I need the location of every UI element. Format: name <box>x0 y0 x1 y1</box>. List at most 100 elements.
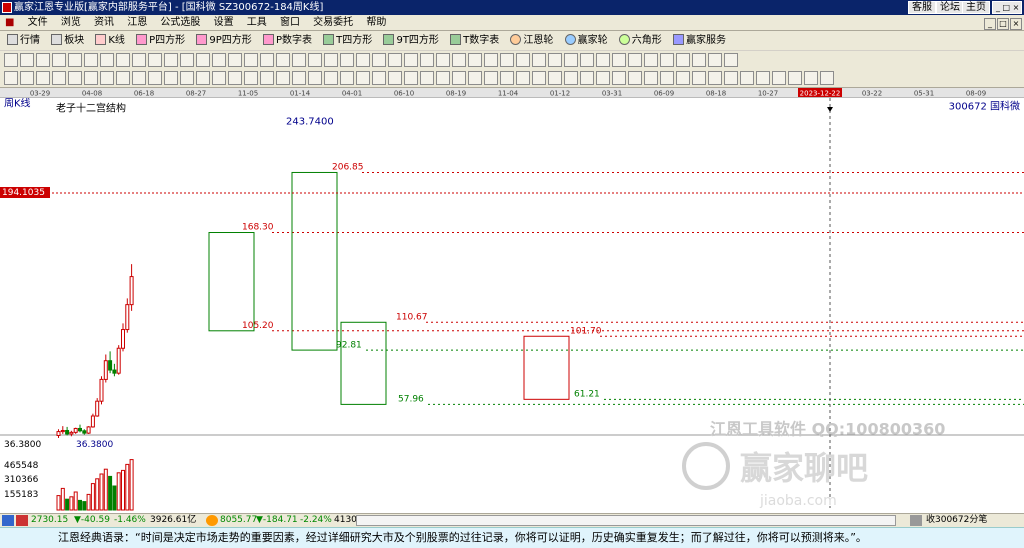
analysis-tool-icon[interactable] <box>420 71 434 85</box>
toolbar-winner-wheel[interactable]: 赢家轮 <box>562 31 611 51</box>
analysis-tool-icon[interactable] <box>244 71 258 85</box>
drawing-tool-icon[interactable] <box>52 53 66 67</box>
menu-gann[interactable]: 江恩 <box>122 15 152 31</box>
analysis-tool-icon[interactable] <box>404 71 418 85</box>
analysis-tool-icon[interactable] <box>484 71 498 85</box>
analysis-tool-icon[interactable] <box>756 71 770 85</box>
drawing-tool-icon[interactable] <box>276 53 290 67</box>
drawing-tool-icon[interactable] <box>548 53 562 67</box>
toolbar-p-square[interactable]: P四方形 <box>133 31 188 51</box>
drawing-tool-icon[interactable] <box>404 53 418 67</box>
drawing-tool-icon[interactable] <box>132 53 146 67</box>
forum-link[interactable]: 论坛 <box>936 1 964 14</box>
analysis-tool-icon[interactable] <box>212 71 226 85</box>
drawing-tool-icon[interactable] <box>660 53 674 67</box>
drawing-tool-icon[interactable] <box>116 53 130 67</box>
analysis-tool-icon[interactable] <box>468 71 482 85</box>
menu-tools[interactable]: 工具 <box>242 15 272 31</box>
analysis-tool-icon[interactable] <box>308 71 322 85</box>
analysis-tool-icon[interactable] <box>820 71 834 85</box>
minimize-icon[interactable]: _ <box>984 18 996 30</box>
drawing-tool-icon[interactable] <box>180 53 194 67</box>
drawing-tool-icon[interactable] <box>260 53 274 67</box>
analysis-tool-icon[interactable] <box>628 71 642 85</box>
restore-icon[interactable]: □ <box>997 18 1009 30</box>
drawing-tool-icon[interactable] <box>612 53 626 67</box>
toolbar-p-table[interactable]: P数字表 <box>260 31 315 51</box>
menu-help[interactable]: 帮助 <box>361 15 391 31</box>
drawing-tool-icon[interactable] <box>4 53 18 67</box>
analysis-tool-icon[interactable] <box>68 71 82 85</box>
drawing-tool-icon[interactable] <box>596 53 610 67</box>
drawing-tool-icon[interactable] <box>644 53 658 67</box>
home-link[interactable]: 主页 <box>962 1 990 14</box>
analysis-tool-icon[interactable] <box>660 71 674 85</box>
toolbar-t-square[interactable]: T四方形 <box>320 31 375 51</box>
analysis-tool-icon[interactable] <box>644 71 658 85</box>
analysis-tool-icon[interactable] <box>260 71 274 85</box>
toolbar-9t-square[interactable]: 9T四方形 <box>380 31 441 51</box>
drawing-tool-icon[interactable] <box>372 53 386 67</box>
drawing-tool-icon[interactable] <box>244 53 258 67</box>
drawing-tool-icon[interactable] <box>100 53 114 67</box>
analysis-tool-icon[interactable] <box>740 71 754 85</box>
analysis-tool-icon[interactable] <box>548 71 562 85</box>
window-controls[interactable]: _ □ × <box>992 1 1022 14</box>
analysis-tool-icon[interactable] <box>772 71 786 85</box>
analysis-tool-icon[interactable] <box>276 71 290 85</box>
drawing-tool-icon[interactable] <box>420 53 434 67</box>
analysis-tool-icon[interactable] <box>372 71 386 85</box>
drawing-tool-icon[interactable] <box>308 53 322 67</box>
analysis-tool-icon[interactable] <box>436 71 450 85</box>
scroll-thumb-icon[interactable] <box>910 515 922 526</box>
toolbar-sector[interactable]: 板块 <box>48 31 87 51</box>
analysis-tool-icon[interactable] <box>356 71 370 85</box>
toolbar-kline[interactable]: K线 <box>92 31 128 51</box>
menu-file[interactable]: 文件 <box>23 15 53 31</box>
toolbar-t-table[interactable]: T数字表 <box>447 31 502 51</box>
drawing-tool-icon[interactable] <box>356 53 370 67</box>
analysis-tool-icon[interactable] <box>196 71 210 85</box>
menu-window[interactable]: 窗口 <box>275 15 305 31</box>
drawing-tool-icon[interactable] <box>708 53 722 67</box>
drawing-tool-icon[interactable] <box>228 53 242 67</box>
analysis-tool-icon[interactable] <box>148 71 162 85</box>
analysis-tool-icon[interactable] <box>532 71 546 85</box>
menu-trade[interactable]: 交易委托 <box>308 15 358 31</box>
analysis-tool-icon[interactable] <box>20 71 34 85</box>
menu-news[interactable]: 资讯 <box>89 15 119 31</box>
analysis-tool-icon[interactable] <box>164 71 178 85</box>
analysis-tool-icon[interactable] <box>692 71 706 85</box>
drawing-tool-icon[interactable] <box>692 53 706 67</box>
drawing-tool-icon[interactable] <box>68 53 82 67</box>
drawing-tool-icon[interactable] <box>468 53 482 67</box>
analysis-tool-icon[interactable] <box>4 71 18 85</box>
drawing-tool-icon[interactable] <box>212 53 226 67</box>
drawing-tool-icon[interactable] <box>20 53 34 67</box>
toolbar-9p-square[interactable]: 9P四方形 <box>193 31 254 51</box>
analysis-tool-icon[interactable] <box>84 71 98 85</box>
tick-detail-label[interactable]: 收300672分笔 <box>926 514 987 527</box>
drawing-tool-icon[interactable] <box>484 53 498 67</box>
drawing-tool-icon[interactable] <box>36 53 50 67</box>
analysis-tool-icon[interactable] <box>612 71 626 85</box>
analysis-tool-icon[interactable] <box>580 71 594 85</box>
analysis-tool-icon[interactable] <box>708 71 722 85</box>
drawing-tool-icon[interactable] <box>724 53 738 67</box>
analysis-tool-icon[interactable] <box>228 71 242 85</box>
analysis-tool-icon[interactable] <box>596 71 610 85</box>
drawing-tool-icon[interactable] <box>436 53 450 67</box>
toolbar-quotes[interactable]: 行情 <box>4 31 43 51</box>
drawing-tool-icon[interactable] <box>628 53 642 67</box>
analysis-tool-icon[interactable] <box>516 71 530 85</box>
analysis-tool-icon[interactable] <box>36 71 50 85</box>
drawing-tool-icon[interactable] <box>196 53 210 67</box>
analysis-tool-icon[interactable] <box>180 71 194 85</box>
drawing-tool-icon[interactable] <box>532 53 546 67</box>
drawing-tool-icon[interactable] <box>580 53 594 67</box>
app-menu-icon[interactable]: ■ <box>0 15 19 31</box>
drawing-tool-icon[interactable] <box>324 53 338 67</box>
analysis-tool-icon[interactable] <box>724 71 738 85</box>
analysis-tool-icon[interactable] <box>116 71 130 85</box>
drawing-tool-icon[interactable] <box>340 53 354 67</box>
